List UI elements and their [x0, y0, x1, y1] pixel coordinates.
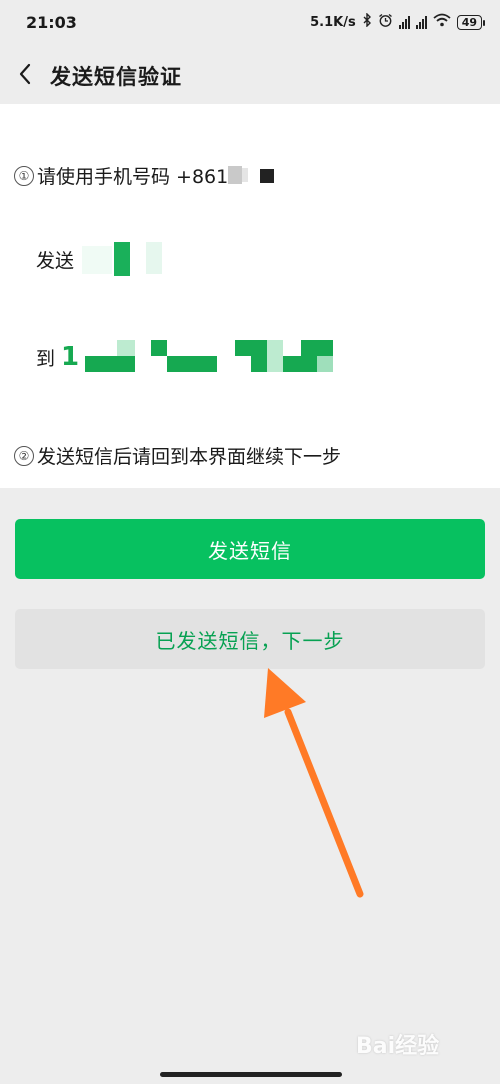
status-time: 21:03: [26, 12, 77, 32]
back-button[interactable]: [0, 48, 50, 104]
step-1-number: ①: [14, 165, 34, 186]
step-1: ① 请使用手机号码 +861: [14, 162, 276, 189]
signal-hd-icon: [415, 15, 427, 29]
home-indicator[interactable]: [160, 1072, 342, 1077]
instruction-card: ① 请使用手机号码 +861 发送 到 1 ② 发送短信后请回到本界面继续下一步: [0, 104, 500, 488]
phone-number-mosaic: [228, 165, 276, 186]
recipient-row: 到 1: [36, 340, 335, 374]
sent-next-step-button[interactable]: 已发送短信，下一步: [15, 609, 485, 669]
page-title: 发送短信验证: [50, 65, 182, 89]
bluetooth-icon: [362, 12, 372, 31]
to-label: 到: [36, 347, 56, 370]
status-icons: 5.1K/s 49: [310, 12, 486, 32]
chevron-left-icon: [18, 63, 32, 89]
network-speed: 5.1K/s: [310, 14, 356, 30]
alarm-icon: [378, 13, 393, 32]
nav-bar: 发送短信验证: [0, 48, 500, 104]
baidu-watermark: Bai经验: [356, 1034, 440, 1059]
step-2-text: 发送短信后请回到本界面继续下一步: [37, 446, 342, 468]
battery-icon: 49: [456, 14, 486, 30]
send-content-row: 发送: [36, 242, 172, 276]
step-1-text: 请使用手机号码 +861: [37, 166, 229, 188]
step-2: ② 发送短信后请回到本界面继续下一步: [14, 442, 341, 469]
recipient-number-mosaic: [85, 340, 335, 374]
sms-content-mosaic: [82, 242, 172, 276]
recipient-prefix: 1: [61, 342, 80, 372]
step-2-number: ②: [14, 445, 34, 466]
send-label: 发送: [36, 249, 75, 272]
wifi-icon: [433, 13, 451, 31]
annotation-arrow-icon: [264, 668, 364, 898]
status-bar: 21:03 5.1K/s 49: [0, 0, 500, 44]
signal-icon: [398, 15, 410, 29]
send-sms-button[interactable]: 发送短信: [15, 519, 485, 579]
